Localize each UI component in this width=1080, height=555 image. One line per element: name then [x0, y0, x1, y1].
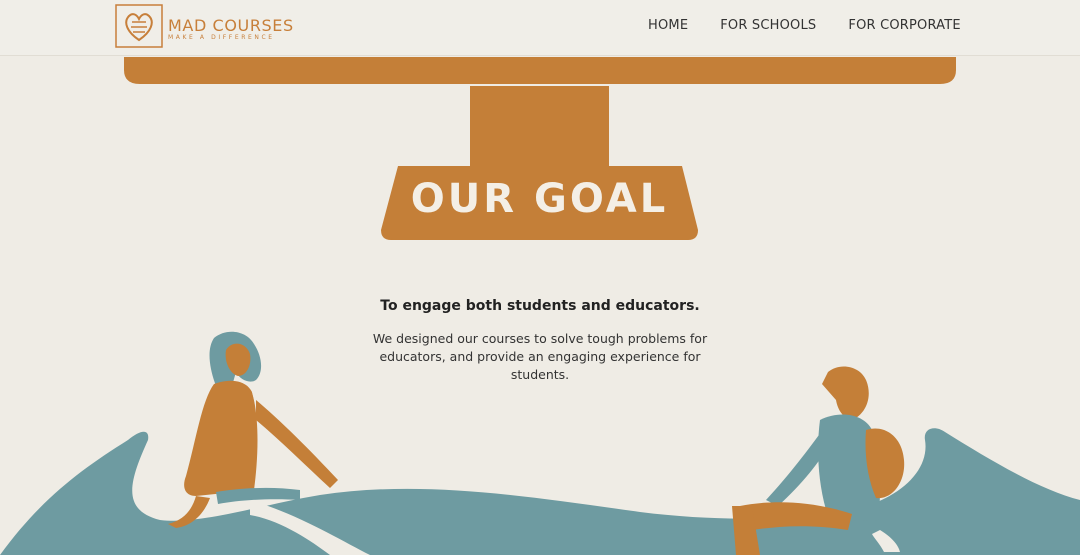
- teal-wave-shape: [0, 428, 1080, 555]
- people-illustration: [0, 331, 1080, 555]
